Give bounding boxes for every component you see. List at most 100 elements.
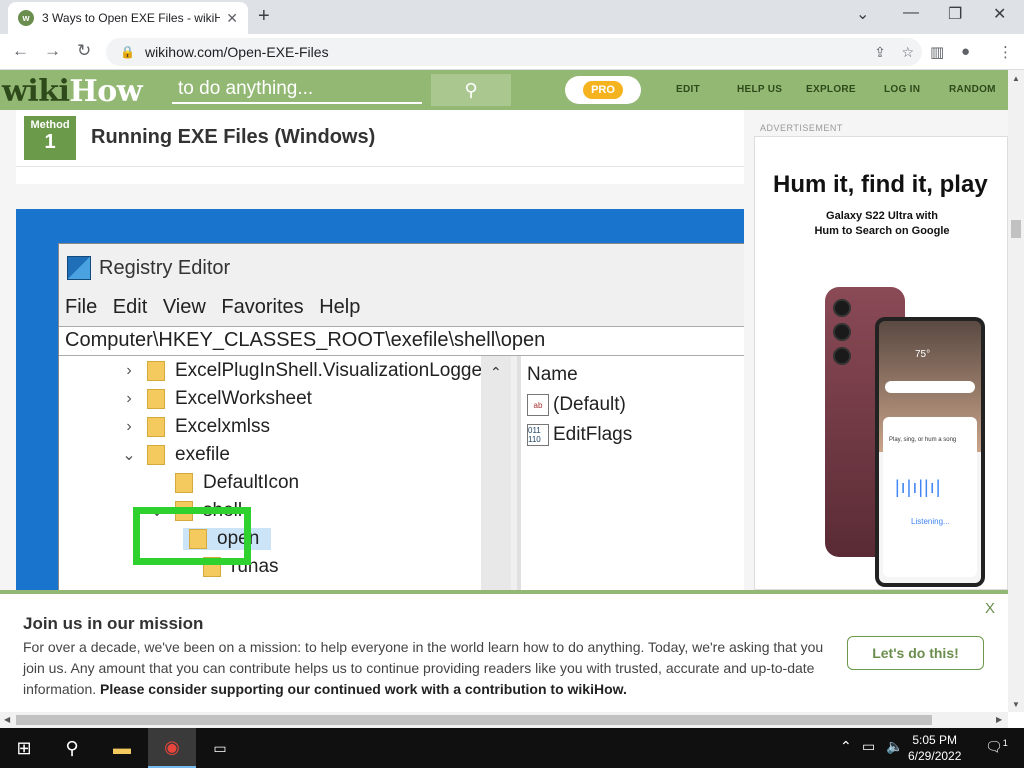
banner-heading: Join us in our mission bbox=[23, 614, 204, 633]
tab-search-chevron-icon[interactable]: ⌄ bbox=[856, 4, 869, 24]
share-icon[interactable]: ⇪ bbox=[874, 44, 886, 60]
method-label: Method bbox=[30, 119, 70, 131]
phone-assistant-card: Play, sing, or hum a song |ı|ı||ı| Liste… bbox=[883, 417, 977, 577]
pro-button[interactable]: PRO bbox=[565, 76, 641, 104]
banner-body: For over a decade, we've been on a missi… bbox=[23, 637, 831, 700]
registry-path-bar[interactable]: Computer\HKEY_CLASSES_ROOT\exefile\shell… bbox=[59, 326, 744, 356]
list-item[interactable]: ab (Default) bbox=[527, 394, 626, 416]
logo-wiki-text: wiki bbox=[2, 74, 70, 109]
reload-icon[interactable]: ↻ bbox=[77, 41, 91, 61]
notification-center-icon[interactable]: 🗨1 bbox=[985, 738, 1008, 756]
horizontal-scroll-thumb[interactable] bbox=[16, 715, 932, 725]
terminal-icon[interactable]: ▭ bbox=[196, 728, 244, 768]
folder-icon bbox=[147, 361, 165, 381]
nav-help-us[interactable]: HELP US bbox=[737, 84, 782, 95]
scroll-up-arrow-icon[interactable]: ▲ bbox=[1012, 74, 1020, 83]
file-explorer-icon[interactable]: ▬ bbox=[98, 728, 146, 768]
chevron-right-icon[interactable]: › bbox=[117, 390, 141, 408]
ad-sub-line2: Hum to Search on Google bbox=[814, 225, 950, 237]
scroll-down-arrow-icon[interactable]: ▼ bbox=[1012, 700, 1020, 709]
soundwave-icon: |ı|ı||ı| bbox=[895, 477, 942, 497]
nav-edit[interactable]: EDIT bbox=[676, 84, 700, 95]
share-bookmark-icons: ⇪ ☆ bbox=[874, 44, 914, 61]
menu-edit[interactable]: Edit bbox=[113, 296, 147, 318]
method-badge: Method 1 bbox=[24, 116, 76, 160]
advertisement[interactable]: Hum it, find it, play Galaxy S22 Ultra w… bbox=[754, 136, 1008, 590]
nav-explore[interactable]: EXPLORE bbox=[806, 84, 856, 95]
volume-icon[interactable]: 🔈 bbox=[886, 738, 903, 755]
side-panel-icon[interactable]: ▥ bbox=[930, 43, 944, 61]
lock-icon[interactable]: 🔒 bbox=[120, 45, 135, 59]
scroll-left-arrow-icon[interactable]: ◀ bbox=[4, 715, 10, 724]
tray-chevron-icon[interactable]: ⌃ bbox=[840, 738, 852, 755]
windows-start-icon[interactable]: ⊞ bbox=[0, 728, 48, 768]
vertical-scrollbar[interactable]: ▲ ▼ bbox=[1008, 70, 1024, 712]
menu-help[interactable]: Help bbox=[319, 296, 360, 318]
tree-item[interactable]: › ExcelPlugInShell.VisualizationLogge bbox=[117, 360, 482, 382]
vertical-scroll-thumb[interactable] bbox=[1011, 220, 1021, 238]
list-item-label: EditFlags bbox=[553, 424, 633, 445]
chevron-right-icon[interactable]: › bbox=[117, 418, 141, 436]
profile-avatar-icon[interactable]: ● bbox=[961, 43, 970, 60]
tree-scrollbar[interactable]: ⌃ bbox=[481, 356, 511, 590]
forward-icon[interactable]: → bbox=[44, 41, 61, 61]
tree-item[interactable]: ⌄ exefile bbox=[117, 444, 230, 466]
tree-item-label: ExcelPlugInShell.VisualizationLogge bbox=[175, 360, 483, 381]
network-icon[interactable]: ▭ bbox=[862, 738, 875, 755]
notification-count: 1 bbox=[1002, 738, 1008, 748]
phone-listening: Listening... bbox=[911, 517, 950, 526]
tab-title: 3 Ways to Open EXE Files - wikiHow bbox=[42, 11, 221, 25]
search-icon: ⚲ bbox=[464, 79, 478, 100]
list-item[interactable]: 011 110 EditFlags bbox=[527, 424, 632, 446]
menu-favorites[interactable]: Favorites bbox=[221, 296, 303, 318]
minimize-icon[interactable]: — bbox=[903, 4, 919, 22]
chrome-taskbar-icon[interactable]: ◉ bbox=[148, 728, 196, 768]
taskbar-clock[interactable]: 5:05 PM 6/29/2022 bbox=[908, 732, 961, 764]
new-tab-icon[interactable]: + bbox=[258, 5, 270, 28]
phone-front-image: 75° Play, sing, or hum a song |ı|ı||ı| L… bbox=[875, 317, 985, 587]
list-item-label: (Default) bbox=[553, 394, 626, 415]
browser-tab[interactable]: w 3 Ways to Open EXE Files - wikiHow ✕ bbox=[8, 2, 248, 34]
tree-item-label: exefile bbox=[175, 444, 230, 465]
browser-toolbar: ← → ↻ 🔒 wikihow.com/Open-EXE-Files ⇪ ☆ ▥… bbox=[0, 34, 1024, 70]
nav-random[interactable]: RANDOM bbox=[949, 84, 996, 95]
folder-icon bbox=[147, 417, 165, 437]
lets-do-this-button[interactable]: Let's do this! bbox=[847, 636, 984, 670]
chevron-right-icon[interactable]: › bbox=[117, 362, 141, 380]
chrome-menu-icon[interactable]: ⋮ bbox=[998, 43, 1013, 61]
mission-banner: Join us in our mission For over a decade… bbox=[0, 590, 1008, 712]
folder-icon bbox=[175, 473, 193, 493]
back-icon[interactable]: ← bbox=[12, 41, 29, 61]
windows-taskbar: ⊞ ⚲ ▬ ◉ ▭ ⌃ ▭ 🔈 5:05 PM 6/29/2022 🗨1 bbox=[0, 728, 1024, 768]
clock-time: 5:05 PM bbox=[912, 733, 958, 747]
banner-body-bold: Please consider supporting our continued… bbox=[100, 681, 627, 697]
taskbar-search-icon[interactable]: ⚲ bbox=[48, 728, 96, 768]
banner-close-icon[interactable]: X bbox=[985, 600, 995, 617]
wikihow-logo[interactable]: wikiHow bbox=[2, 74, 143, 109]
scroll-up-icon[interactable]: ⌃ bbox=[490, 364, 502, 381]
menu-file[interactable]: File bbox=[65, 296, 97, 318]
address-bar[interactable]: 🔒 wikihow.com/Open-EXE-Files ⇪ ☆ bbox=[106, 38, 922, 66]
search-button[interactable]: ⚲ bbox=[431, 74, 511, 106]
scroll-right-arrow-icon[interactable]: ▶ bbox=[996, 715, 1002, 724]
bookmark-star-icon[interactable]: ☆ bbox=[901, 44, 914, 60]
wikihow-favicon-icon: w bbox=[18, 10, 34, 26]
method-title: Running EXE Files (Windows) bbox=[91, 126, 376, 148]
tree-item[interactable]: › Excelxmlss bbox=[117, 416, 270, 438]
window-close-icon[interactable]: ✕ bbox=[993, 4, 1006, 24]
ad-subheadline: Galaxy S22 Ultra with Hum to Search on G… bbox=[755, 209, 1007, 239]
menu-view[interactable]: View bbox=[163, 296, 206, 318]
chevron-down-icon[interactable]: ⌄ bbox=[117, 445, 141, 465]
tab-close-icon[interactable]: ✕ bbox=[226, 10, 238, 27]
tree-item[interactable]: DefaultIcon bbox=[145, 472, 299, 494]
url-text: wikihow.com/Open-EXE-Files bbox=[144, 44, 329, 60]
nav-log-in[interactable]: LOG IN bbox=[884, 84, 920, 95]
horizontal-scrollbar[interactable]: ◀ ▶ bbox=[0, 712, 1008, 728]
tree-item[interactable]: › ExcelWorksheet bbox=[117, 388, 312, 410]
divider bbox=[16, 166, 744, 184]
restore-icon[interactable]: ❐ bbox=[948, 4, 962, 24]
step-image: Registry Editor File Edit View Favorites… bbox=[16, 209, 744, 590]
registry-editor-title-text: Registry Editor bbox=[99, 256, 231, 279]
search-input[interactable]: to do anything... bbox=[172, 76, 422, 104]
binary-value-icon: 011 110 bbox=[527, 424, 549, 446]
